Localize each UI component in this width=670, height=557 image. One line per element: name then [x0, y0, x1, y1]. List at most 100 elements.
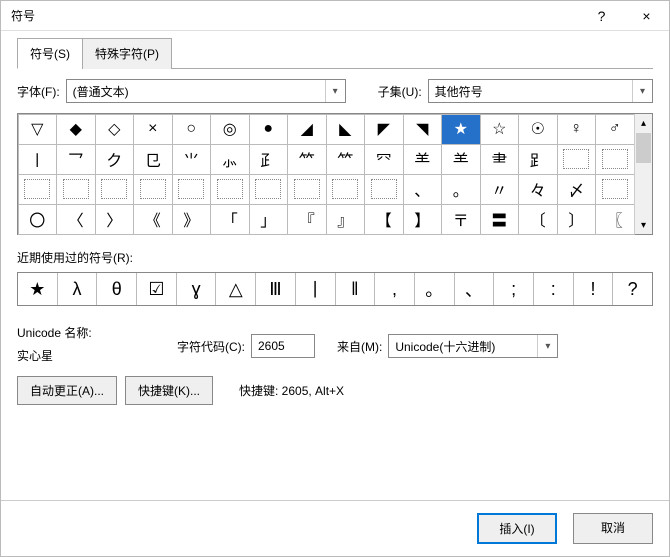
symbol-cell[interactable]: 。: [441, 174, 481, 205]
recent-symbol-cell[interactable]: θ: [97, 273, 137, 305]
close-button[interactable]: ×: [624, 1, 669, 31]
symbol-cell[interactable]: [364, 174, 404, 205]
symbol-cell[interactable]: ♀: [557, 114, 597, 145]
symbol-cell[interactable]: ⺋: [133, 144, 173, 175]
symbol-cell[interactable]: [133, 174, 173, 205]
symbol-cell[interactable]: 〇: [18, 204, 58, 235]
symbol-cell[interactable]: 々: [518, 174, 558, 205]
insert-button[interactable]: 插入(I): [477, 513, 557, 544]
symbol-cell[interactable]: ▽: [18, 114, 58, 145]
symbol-cell[interactable]: ◢: [287, 114, 327, 145]
symbol-cell[interactable]: 〕: [557, 204, 597, 235]
symbol-cell[interactable]: ⺗: [210, 144, 250, 175]
recent-symbol-cell[interactable]: △: [216, 273, 256, 305]
symbol-cell[interactable]: ◆: [56, 114, 96, 145]
symbol-cell[interactable]: ⺷: [441, 144, 481, 175]
help-button[interactable]: ?: [579, 1, 624, 31]
recent-symbol-cell[interactable]: Ⅲ: [256, 273, 296, 305]
symbol-cell[interactable]: ⺳: [364, 144, 404, 175]
symbol-cell[interactable]: ⺻: [480, 144, 520, 175]
symbol-cell[interactable]: 「: [210, 204, 250, 235]
symbol-cell[interactable]: 《: [133, 204, 173, 235]
symbol-cell[interactable]: 〖: [595, 204, 635, 235]
symbol-cell[interactable]: 〉: [95, 204, 135, 235]
symbol-cell[interactable]: 〒: [441, 204, 481, 235]
chevron-down-icon: ▾: [632, 80, 652, 102]
subset-select[interactable]: 其他符号 ▾: [428, 79, 653, 103]
symbol-cell[interactable]: ⺌: [172, 144, 212, 175]
symbol-cell[interactable]: 〃: [480, 174, 520, 205]
char-code-input[interactable]: 2605: [251, 334, 315, 358]
symbol-cell[interactable]: [557, 144, 597, 175]
symbol-cell[interactable]: 】: [403, 204, 443, 235]
symbol-cell[interactable]: [95, 174, 135, 205]
symbol-cell[interactable]: ×: [133, 114, 173, 145]
symbol-cell[interactable]: [595, 144, 635, 175]
symbol-cell[interactable]: ⺷: [403, 144, 443, 175]
symbol-cell[interactable]: ◣: [326, 114, 366, 145]
symbol-cell[interactable]: 【: [364, 204, 404, 235]
scroll-down-icon[interactable]: ▾: [635, 216, 652, 234]
symbol-cell[interactable]: ⺪: [249, 144, 289, 175]
symbol-cell[interactable]: [172, 174, 212, 205]
symbol-cell[interactable]: ●: [249, 114, 289, 145]
font-label: 字体(F):: [17, 83, 60, 100]
symbol-cell[interactable]: [56, 174, 96, 205]
autocorrect-button[interactable]: 自动更正(A)...: [17, 376, 117, 405]
font-select[interactable]: (普通文本) ▾: [66, 79, 346, 103]
recent-symbol-cell[interactable]: ‖: [336, 273, 376, 305]
tab-special-chars[interactable]: 特殊字符(P): [82, 38, 172, 69]
symbol-cell[interactable]: 〔: [518, 204, 558, 235]
recent-symbol-cell[interactable]: 丨: [296, 273, 336, 305]
symbol-cell[interactable]: 〆: [557, 174, 597, 205]
recent-symbol-cell[interactable]: 、: [455, 273, 495, 305]
scroll-up-icon[interactable]: ▴: [635, 114, 652, 132]
symbol-cell[interactable]: ⺮: [287, 144, 327, 175]
symbol-cell[interactable]: 』: [326, 204, 366, 235]
symbol-cell[interactable]: 》: [172, 204, 212, 235]
symbol-cell[interactable]: 」: [249, 204, 289, 235]
symbol-cell[interactable]: ◤: [364, 114, 404, 145]
symbol-cell[interactable]: ★: [441, 114, 481, 145]
symbol-cell[interactable]: [326, 174, 366, 205]
symbol-cell[interactable]: [287, 174, 327, 205]
recent-symbol-cell[interactable]: ?: [613, 273, 652, 305]
symbol-cell[interactable]: 乛: [56, 144, 96, 175]
recent-symbol-cell[interactable]: :: [534, 273, 574, 305]
tab-symbol[interactable]: 符号(S): [17, 38, 83, 69]
shortcut-info: 快捷键: 2605, Alt+X: [239, 382, 344, 399]
symbol-cell[interactable]: ◇: [95, 114, 135, 145]
symbol-cell[interactable]: 『: [287, 204, 327, 235]
recent-symbol-cell[interactable]: λ: [58, 273, 98, 305]
symbol-cell[interactable]: ◥: [403, 114, 443, 145]
cancel-button[interactable]: 取消: [573, 513, 653, 544]
symbol-cell[interactable]: ☉: [518, 114, 558, 145]
shortcut-button[interactable]: 快捷键(K)...: [125, 376, 213, 405]
recent-symbol-cell[interactable]: 。: [415, 273, 455, 305]
scroll-thumb[interactable]: [636, 133, 651, 163]
recent-symbol-cell[interactable]: ɣ: [177, 273, 217, 305]
symbol-cell[interactable]: ♂: [595, 114, 635, 145]
symbol-cell[interactable]: [210, 174, 250, 205]
symbol-cell[interactable]: 〈: [56, 204, 96, 235]
symbol-cell[interactable]: [249, 174, 289, 205]
symbol-cell[interactable]: [595, 174, 635, 205]
symbol-cell[interactable]: ク: [95, 144, 135, 175]
recent-symbol-cell[interactable]: !: [574, 273, 614, 305]
symbol-cell[interactable]: ○: [172, 114, 212, 145]
recent-symbol-cell[interactable]: ,: [375, 273, 415, 305]
symbol-cell[interactable]: ◎: [210, 114, 250, 145]
recent-symbol-cell[interactable]: ★: [18, 273, 58, 305]
symbol-cell[interactable]: ⻊: [518, 144, 558, 175]
symbol-cell[interactable]: ⺮: [326, 144, 366, 175]
scrollbar[interactable]: ▴ ▾: [634, 114, 652, 234]
symbol-cell[interactable]: ☆: [480, 114, 520, 145]
recent-symbol-cell[interactable]: ☑: [137, 273, 177, 305]
symbol-cell[interactable]: 〡: [18, 144, 58, 175]
symbol-cell[interactable]: [18, 174, 58, 205]
symbol-grid: ▽◆◇×○◎●◢◣◤◥★☆☉♀♂〡乛ク⺋⺌⺗⺪⺮⺮⺳⺷⺷⺻⻊、。〃々〆〇〈〉《》…: [18, 114, 634, 234]
recent-symbol-cell[interactable]: ;: [494, 273, 534, 305]
from-select[interactable]: Unicode(十六进制) ▾: [388, 334, 558, 358]
symbol-cell[interactable]: 、: [403, 174, 443, 205]
symbol-cell[interactable]: 〓: [480, 204, 520, 235]
